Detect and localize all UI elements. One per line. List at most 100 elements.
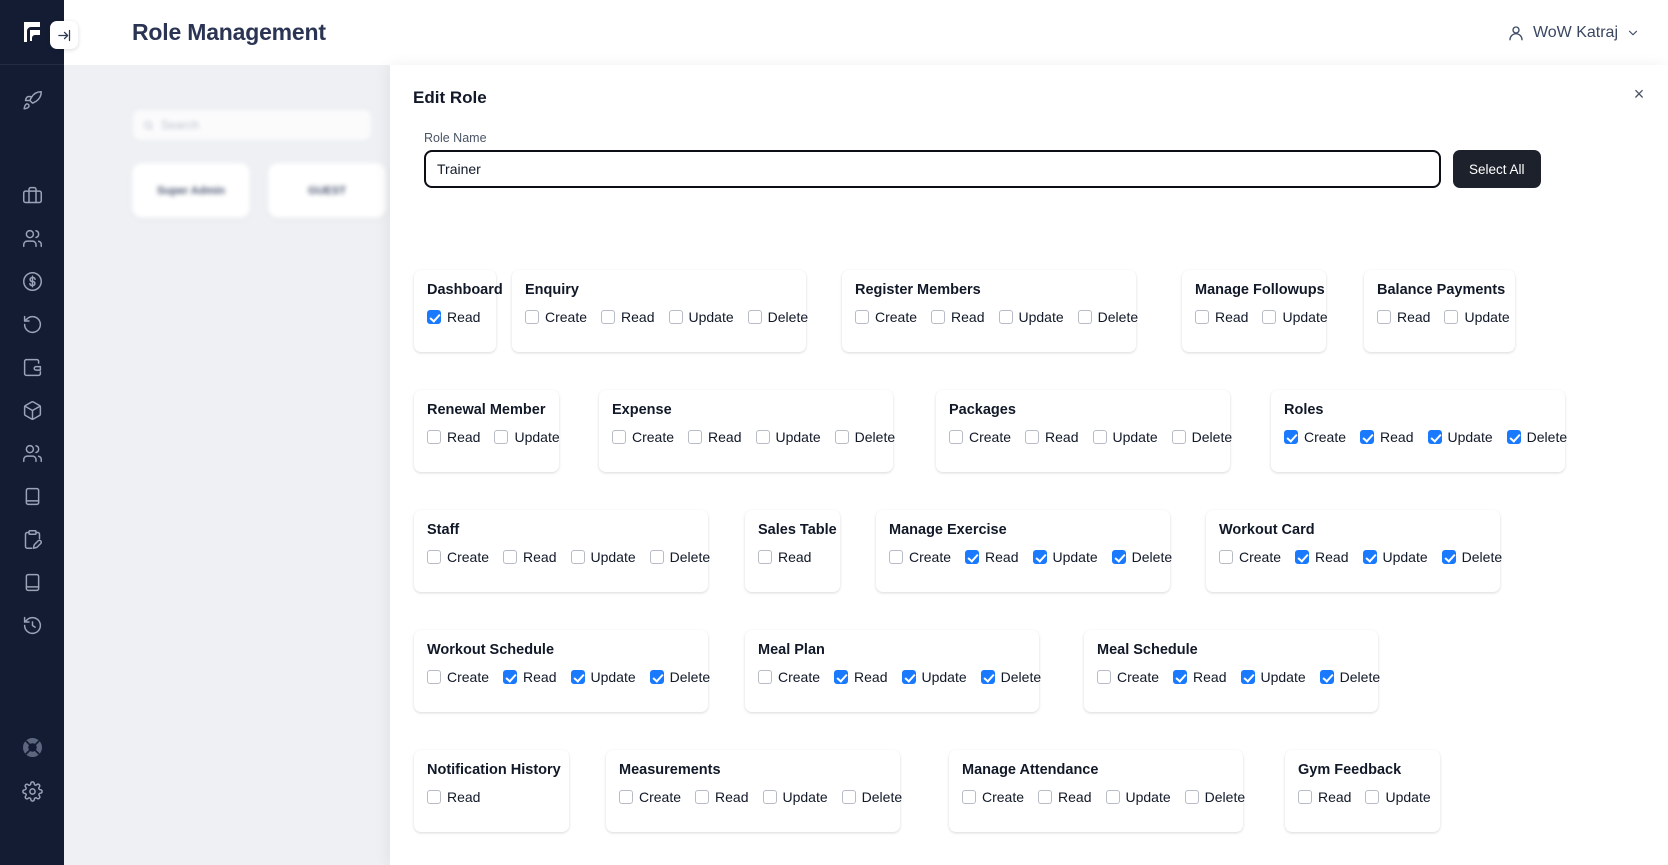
sidebar-item-briefcase[interactable] <box>0 174 64 217</box>
checkbox-update[interactable] <box>901 670 916 684</box>
permission-option[interactable]: Read <box>1298 789 1351 805</box>
checkbox-create[interactable] <box>889 550 903 564</box>
permission-option[interactable]: Update <box>1262 309 1328 325</box>
permission-option[interactable]: Create <box>619 789 681 805</box>
permission-option[interactable]: Update <box>1362 549 1428 565</box>
checkbox-update[interactable] <box>570 670 585 684</box>
checkbox-delete[interactable] <box>1441 550 1456 564</box>
permission-option[interactable]: Delete <box>834 429 895 445</box>
sidebar-item-payments[interactable] <box>0 260 64 303</box>
permission-option[interactable]: Update <box>1365 789 1431 805</box>
checkbox-update[interactable] <box>570 550 585 564</box>
sidebar-item-rocket[interactable] <box>0 79 64 122</box>
checkbox-read[interactable] <box>1360 430 1375 444</box>
checkbox-read[interactable] <box>758 550 772 564</box>
checkbox-create[interactable] <box>962 790 976 804</box>
permission-option[interactable]: Create <box>889 549 951 565</box>
permission-option[interactable]: Update <box>1092 429 1158 445</box>
sidebar-item-support[interactable] <box>0 725 64 769</box>
close-icon[interactable]: × <box>1628 83 1650 105</box>
checkbox-create[interactable] <box>427 670 441 684</box>
permission-option[interactable]: Delete <box>1184 789 1245 805</box>
checkbox-read[interactable] <box>965 550 980 564</box>
checkbox-update[interactable] <box>1427 430 1442 444</box>
permission-option[interactable]: Delete <box>1441 549 1502 565</box>
permission-option[interactable]: Create <box>427 669 489 685</box>
permission-option[interactable]: Read <box>1360 429 1414 445</box>
permission-option[interactable]: Read <box>427 429 480 445</box>
user-menu[interactable]: WoW Katraj <box>1507 24 1640 42</box>
sidebar-item-schedule[interactable] <box>0 518 64 561</box>
permission-option[interactable]: Delete <box>649 549 710 565</box>
permission-option[interactable]: Read <box>1195 309 1248 325</box>
permission-option[interactable]: Read <box>965 549 1019 565</box>
checkbox-read[interactable] <box>1377 310 1391 324</box>
checkbox-create[interactable] <box>1219 550 1233 564</box>
checkbox-update[interactable] <box>1092 430 1107 444</box>
permission-option[interactable]: Update <box>755 429 821 445</box>
permission-option[interactable]: Update <box>998 309 1064 325</box>
permission-option[interactable]: Delete <box>980 669 1041 685</box>
permission-option[interactable]: Update <box>762 789 828 805</box>
permission-option[interactable]: Read <box>688 429 742 445</box>
permission-option[interactable]: Update <box>1105 789 1171 805</box>
checkbox-create[interactable] <box>855 310 869 324</box>
select-all-button[interactable]: Select All <box>1453 150 1541 188</box>
permission-option[interactable]: Delete <box>1111 549 1172 565</box>
checkbox-update[interactable] <box>755 430 770 444</box>
checkbox-update[interactable] <box>1105 790 1120 804</box>
role-name-input[interactable] <box>424 150 1441 188</box>
checkbox-update[interactable] <box>668 310 683 324</box>
role-chip[interactable]: Super Admin <box>132 163 250 218</box>
checkbox-create[interactable] <box>427 550 441 564</box>
checkbox-delete[interactable] <box>1111 550 1126 564</box>
checkbox-update[interactable] <box>762 790 777 804</box>
sidebar-item-wallet[interactable] <box>0 346 64 389</box>
checkbox-read[interactable] <box>1195 310 1209 324</box>
checkbox-delete[interactable] <box>1506 430 1521 444</box>
checkbox-create[interactable] <box>619 790 633 804</box>
checkbox-create[interactable] <box>1284 430 1298 444</box>
sidebar-item-users[interactable] <box>0 217 64 260</box>
permission-option[interactable]: Delete <box>1077 309 1138 325</box>
sidebar-item-staff[interactable] <box>0 432 64 475</box>
sidebar-item-workout-card[interactable] <box>0 475 64 518</box>
permission-option[interactable]: Create <box>855 309 917 325</box>
checkbox-delete[interactable] <box>649 550 664 564</box>
permission-option[interactable]: Update <box>570 669 636 685</box>
permission-option[interactable]: Read <box>834 669 888 685</box>
checkbox-read[interactable] <box>427 310 441 324</box>
checkbox-read[interactable] <box>1038 790 1053 804</box>
permission-option[interactable]: Delete <box>649 669 710 685</box>
permission-option[interactable]: Delete <box>1171 429 1232 445</box>
checkbox-read[interactable] <box>1295 550 1310 564</box>
sidebar-item-settings[interactable] <box>0 769 64 813</box>
checkbox-delete[interactable] <box>1171 430 1186 444</box>
permission-option[interactable]: Create <box>962 789 1024 805</box>
checkbox-create[interactable] <box>949 430 963 444</box>
permission-option[interactable]: Update <box>1240 669 1306 685</box>
checkbox-update[interactable] <box>1262 310 1277 324</box>
permission-option[interactable]: Delete <box>1319 669 1380 685</box>
permission-option[interactable]: Update <box>901 669 967 685</box>
permission-option[interactable]: Read <box>601 309 655 325</box>
checkbox-read[interactable] <box>834 670 849 684</box>
permission-option[interactable]: Create <box>949 429 1011 445</box>
permission-option[interactable]: Read <box>1295 549 1349 565</box>
checkbox-create[interactable] <box>612 430 626 444</box>
permission-option[interactable]: Update <box>1444 309 1510 325</box>
permission-option[interactable]: Update <box>570 549 636 565</box>
permission-option[interactable]: Read <box>503 549 557 565</box>
checkbox-read[interactable] <box>427 790 441 804</box>
sidebar-item-history[interactable] <box>0 604 64 647</box>
permission-option[interactable]: Create <box>525 309 587 325</box>
permission-option[interactable]: Update <box>1032 549 1098 565</box>
checkbox-update[interactable] <box>1362 550 1377 564</box>
roles-search-box[interactable]: Search <box>132 109 372 141</box>
permission-option[interactable]: Read <box>427 789 480 805</box>
checkbox-read[interactable] <box>503 550 518 564</box>
checkbox-delete[interactable] <box>649 670 664 684</box>
permission-option[interactable]: Read <box>931 309 985 325</box>
checkbox-update[interactable] <box>1444 310 1459 324</box>
role-chip[interactable]: GUEST <box>268 163 386 218</box>
